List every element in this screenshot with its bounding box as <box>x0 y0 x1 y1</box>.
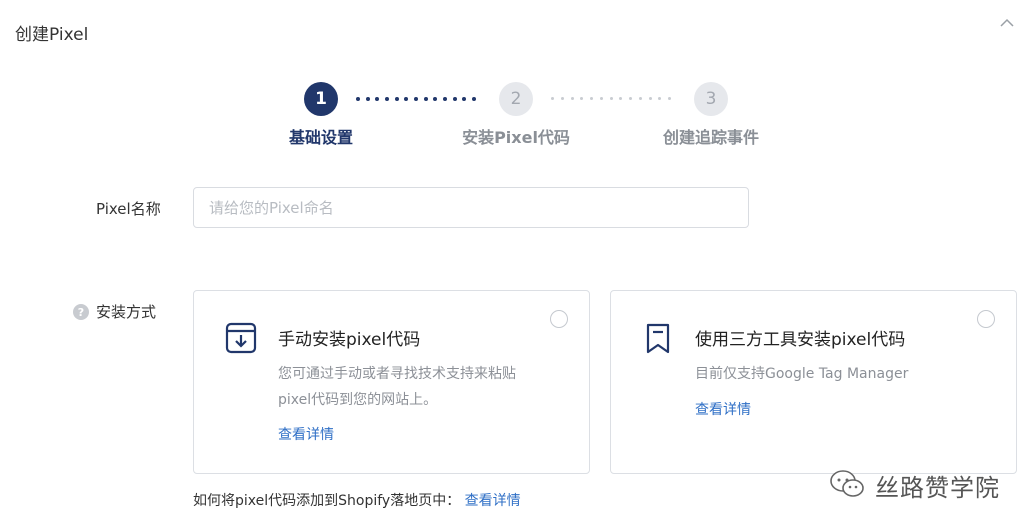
manual-install-card[interactable]: 手动安装pixel代码 您可通过手动或者寻找技术支持来粘贴 pixel代码到您的… <box>193 290 590 474</box>
step-1-circle: 1 <box>304 82 338 116</box>
step-2-label: 安装Pixel代码 <box>462 128 570 147</box>
shopify-help-text: 如何将pixel代码添加到Shopify落地页中： <box>193 493 461 509</box>
manual-install-desc-line2: pixel代码到您的网站上。 <box>278 392 438 408</box>
manual-install-radio[interactable] <box>550 310 568 328</box>
bookmark-icon <box>641 321 675 355</box>
step-3-circle: 3 <box>694 82 728 116</box>
third-party-install-desc-line1: 目前仅支持Google Tag Manager <box>695 366 909 382</box>
watermark-text: 丝路赞学院 <box>875 474 1000 502</box>
step-2-circle: 2 <box>499 82 533 116</box>
wechat-icon <box>829 469 865 503</box>
watermark: 丝路赞学院 <box>829 468 1000 503</box>
step-connector-1 <box>356 97 476 101</box>
third-party-install-desc: 目前仅支持Google Tag Manager <box>695 361 908 387</box>
page-title: 创建Pixel <box>15 25 89 45</box>
step-3-label: 创建追踪事件 <box>662 128 760 147</box>
manual-install-desc-line1: 您可通过手动或者寻找技术支持来粘贴 <box>278 366 516 382</box>
chevron-up-icon[interactable] <box>998 14 1016 32</box>
third-party-install-title: 使用三方工具安装pixel代码 <box>695 330 906 350</box>
third-party-install-card[interactable]: 使用三方工具安装pixel代码 目前仅支持Google Tag Manager … <box>610 290 1017 474</box>
manual-install-details-link[interactable]: 查看详情 <box>278 424 334 444</box>
third-party-install-details-link[interactable]: 查看详情 <box>695 399 751 419</box>
pixel-name-label: Pixel名称 <box>96 200 161 218</box>
pixel-name-input[interactable] <box>193 187 749 228</box>
step-1-label: 基础设置 <box>288 128 354 147</box>
manual-install-desc: 您可通过手动或者寻找技术支持来粘贴 pixel代码到您的网站上。 <box>278 361 516 413</box>
third-party-install-radio[interactable] <box>977 310 995 328</box>
question-circle-icon[interactable]: ? <box>73 304 89 320</box>
install-method-label: 安装方式 <box>96 303 157 321</box>
shopify-help-link[interactable]: 查看详情 <box>465 493 521 509</box>
step-connector-2 <box>551 97 671 101</box>
manual-install-title: 手动安装pixel代码 <box>278 330 421 350</box>
shopify-help-note: 如何将pixel代码添加到Shopify落地页中： 查看详情 <box>193 490 521 510</box>
download-box-icon <box>224 321 258 355</box>
